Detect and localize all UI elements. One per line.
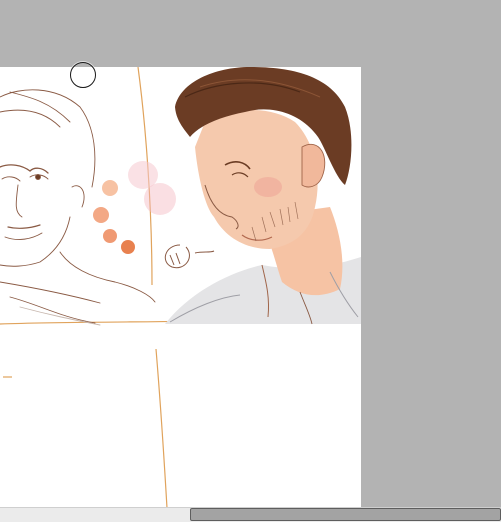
swatch-4 xyxy=(121,240,135,254)
drawing-canvas[interactable] xyxy=(0,67,361,508)
swatch-blur xyxy=(144,183,176,215)
color-swatches xyxy=(93,161,176,254)
swatch-1 xyxy=(102,180,118,196)
artwork-svg xyxy=(0,67,361,508)
brush-cursor-icon xyxy=(70,62,96,88)
swatch-2 xyxy=(93,207,109,223)
swatch-3 xyxy=(103,229,117,243)
doodle xyxy=(164,244,215,269)
painted-portrait xyxy=(165,67,361,325)
horizontal-scrollbar-thumb[interactable] xyxy=(190,508,501,521)
bottom-vertical-guide xyxy=(155,348,168,508)
sketch-portrait xyxy=(0,89,156,326)
